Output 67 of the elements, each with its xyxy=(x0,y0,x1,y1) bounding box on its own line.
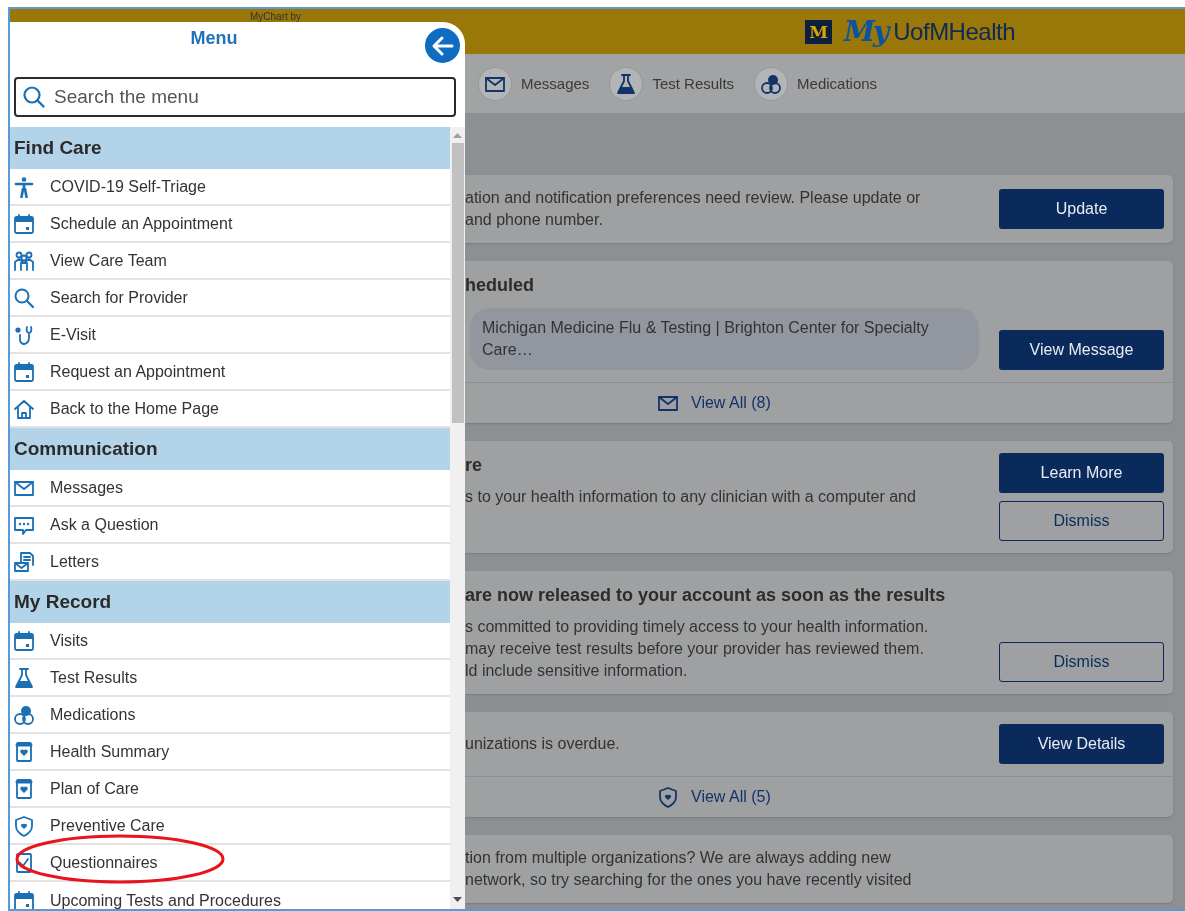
menu-item[interactable]: Visits xyxy=(10,623,450,660)
message-preview[interactable]: Michigan Medicine Flu & Testing | Brighton Center for Specialty Care… xyxy=(470,308,979,370)
people-icon xyxy=(13,249,35,272)
menu-item[interactable]: Request an Appointment xyxy=(10,354,450,391)
search-icon xyxy=(22,85,46,109)
shield-icon xyxy=(657,786,679,808)
scrollbar-thumb[interactable] xyxy=(451,143,464,423)
caption-text: MyChart by xyxy=(250,11,302,22)
scroll-down-icon[interactable] xyxy=(453,897,462,903)
card-text: s to your health information to any clinician with a computer and xyxy=(465,487,917,507)
shield-icon xyxy=(13,814,35,837)
menu-title: Menu xyxy=(189,27,239,50)
card-heading: heduled xyxy=(465,275,535,296)
section-header: My Record xyxy=(10,581,450,623)
scrollbar[interactable] xyxy=(450,127,465,909)
logo-badge: M xyxy=(805,19,832,44)
card-text: s committed to providing timely access to your health information. may receive test results before your provider has reviewed them. ld include sensitive information. xyxy=(465,617,930,681)
scroll-up-icon[interactable] xyxy=(453,132,462,138)
nav-link[interactable]: Test Results xyxy=(609,66,735,101)
card-text: ation and notification preferences need review. Please update or and phone number. xyxy=(465,188,922,230)
view-all-link[interactable]: View All (8) xyxy=(657,392,771,414)
action-button[interactable]: View Message xyxy=(999,330,1164,370)
letter-icon xyxy=(13,550,35,573)
view-all-link[interactable]: View All (5) xyxy=(657,786,771,808)
menu-item[interactable]: Messages xyxy=(10,470,450,507)
menu-item[interactable]: Schedule an Appointment xyxy=(10,206,450,243)
menu-item[interactable]: View Care Team xyxy=(10,243,450,280)
stethoscope-icon xyxy=(13,323,35,346)
pills-icon xyxy=(13,703,35,726)
calendar-icon xyxy=(13,629,35,652)
action-button[interactable]: Update xyxy=(999,189,1164,229)
menu-item[interactable]: Plan of Care xyxy=(10,771,450,808)
section-header: Find Care xyxy=(10,127,450,169)
nav-link[interactable]: Medications xyxy=(754,66,878,101)
menu-item[interactable]: COVID-19 Self-Triage xyxy=(10,169,450,206)
menu-item[interactable]: Search for Provider xyxy=(10,280,450,317)
nav-link[interactable]: Messages xyxy=(478,66,590,101)
logo-prefix: My xyxy=(844,15,888,48)
search-icon xyxy=(13,286,35,309)
card-heading: are now released to your account as soon as the results xyxy=(465,585,947,606)
flask-icon xyxy=(13,666,35,689)
dismiss-button[interactable]: Dismiss xyxy=(999,642,1164,682)
menu-item[interactable]: Medications xyxy=(10,697,450,734)
card-text: tion from multiple organizations? We are always adding new network, so try searching for the ones you have recently visited xyxy=(465,848,913,890)
calendar-icon xyxy=(13,360,35,383)
pills-icon xyxy=(760,72,783,95)
menu-item[interactable]: Health Summary xyxy=(10,734,450,771)
dismiss-button[interactable]: Dismiss xyxy=(999,501,1164,541)
menu-item[interactable]: E-Visit xyxy=(10,317,450,354)
menu-item[interactable]: Upcoming Tests and Procedures xyxy=(10,882,450,909)
action-button[interactable]: View Details xyxy=(999,724,1164,764)
menu-item[interactable]: Questionnaires xyxy=(10,845,450,882)
section-header: Communication xyxy=(10,428,450,470)
menu-item[interactable]: Test Results xyxy=(10,660,450,697)
person-icon xyxy=(13,175,35,198)
logo-text: UofMHealth xyxy=(893,17,1015,46)
card-text: unizations is overdue. xyxy=(465,734,621,754)
menu-item[interactable]: Ask a Question xyxy=(10,507,450,544)
calendar-icon xyxy=(13,212,35,235)
card-heading: re xyxy=(465,455,483,476)
search-field[interactable]: Search the menu xyxy=(14,77,456,117)
menu-item[interactable]: Preventive Care xyxy=(10,808,450,845)
home-icon xyxy=(13,397,35,420)
flask-icon xyxy=(615,72,638,95)
calendar-icon xyxy=(13,889,35,909)
action-button[interactable]: Learn More xyxy=(999,453,1164,493)
clipboard-check-icon xyxy=(13,851,35,874)
